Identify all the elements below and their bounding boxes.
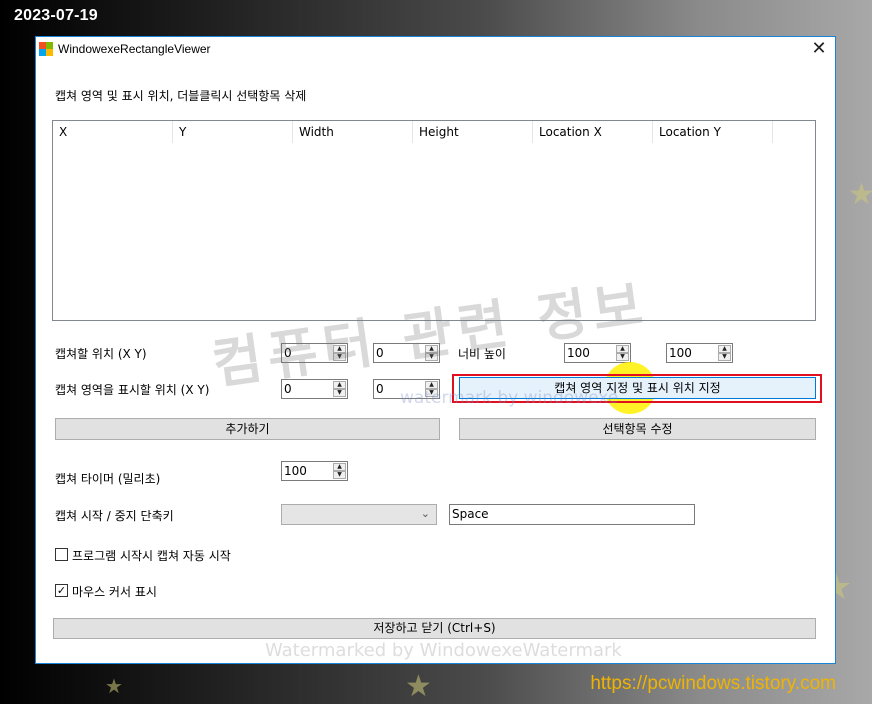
timer-label: 캡쳐 타이머 (밀리초) xyxy=(55,472,161,486)
save-close-button[interactable]: 저장하고 닫기 (Ctrl+S) xyxy=(53,618,816,639)
stepper-up-icon[interactable]: ▲ xyxy=(425,381,438,389)
chevron-down-icon: ⌄ xyxy=(420,507,430,520)
capture-width-stepper[interactable]: 100 ▲ ▼ xyxy=(564,343,631,363)
column-header-width[interactable]: Width xyxy=(293,121,413,143)
show-cursor-label: 마우스 커서 표시 xyxy=(72,585,157,599)
star-decoration: ★ xyxy=(405,669,432,704)
description-label: 캡쳐 영역 및 표시 위치, 더블클릭시 선택항목 삭제 xyxy=(55,89,307,103)
stepper-up-icon[interactable]: ▲ xyxy=(333,381,346,389)
display-x-stepper[interactable]: 0 ▲ ▼ xyxy=(281,379,348,399)
stepper-up-icon[interactable]: ▲ xyxy=(333,345,346,353)
stepper-down-icon[interactable]: ▼ xyxy=(616,353,629,361)
display-x-value: 0 xyxy=(284,382,292,396)
hotkey-modifier-select[interactable]: ⌄ xyxy=(281,504,437,525)
stepper-down-icon[interactable]: ▼ xyxy=(333,471,346,479)
auto-start-label: 프로그램 시작시 캡쳐 자동 시작 xyxy=(72,549,231,563)
date-label: 2023-07-19 xyxy=(14,7,98,24)
capture-x-stepper[interactable]: 0 ▲ ▼ xyxy=(281,343,348,363)
stepper-down-icon[interactable]: ▼ xyxy=(333,353,346,361)
edit-selected-button[interactable]: 선택항목 수정 xyxy=(459,418,816,440)
column-header-y[interactable]: Y xyxy=(173,121,293,143)
column-header-location-y[interactable]: Location Y xyxy=(653,121,773,143)
stepper-down-icon[interactable]: ▼ xyxy=(333,389,346,397)
column-header-x[interactable]: X xyxy=(53,121,173,143)
timer-stepper[interactable]: 100 ▲ ▼ xyxy=(281,461,348,481)
site-url: https://pcwindows.tistory.com xyxy=(590,673,836,694)
capture-position-label: 캡쳐할 위치 (X Y) xyxy=(55,347,147,361)
capture-width-value: 100 xyxy=(567,346,590,360)
star-decoration: ★ xyxy=(848,177,872,212)
capture-y-stepper[interactable]: 0 ▲ ▼ xyxy=(373,343,440,363)
star-decoration: ★ xyxy=(105,674,123,698)
capture-y-value: 0 xyxy=(376,346,384,360)
app-icon xyxy=(39,42,53,56)
add-button[interactable]: 추가하기 xyxy=(55,418,440,440)
rectangle-list[interactable]: X Y Width Height Location X Location Y xyxy=(52,120,816,321)
capture-height-value: 100 xyxy=(669,346,692,360)
title-bar: WindowexeRectangleViewer ✕ xyxy=(36,37,835,63)
highlight-box xyxy=(452,374,822,403)
display-y-value: 0 xyxy=(376,382,384,396)
size-label: 너비 높이 xyxy=(458,347,506,361)
auto-start-checkbox[interactable] xyxy=(55,548,68,561)
window-title: WindowexeRectangleViewer xyxy=(58,42,211,56)
stepper-down-icon[interactable]: ▼ xyxy=(425,389,438,397)
stepper-down-icon[interactable]: ▼ xyxy=(718,353,731,361)
capture-x-value: 0 xyxy=(284,346,292,360)
display-y-stepper[interactable]: 0 ▲ ▼ xyxy=(373,379,440,399)
hotkey-label: 캡쳐 시작 / 중지 단축키 xyxy=(55,509,174,523)
column-header-height[interactable]: Height xyxy=(413,121,533,143)
stepper-up-icon[interactable]: ▲ xyxy=(718,345,731,353)
list-header: X Y Width Height Location X Location Y xyxy=(53,121,793,143)
display-position-label: 캡쳐 영역을 표시할 위치 (X Y) xyxy=(55,383,210,397)
stepper-up-icon[interactable]: ▲ xyxy=(333,463,346,471)
stepper-up-icon[interactable]: ▲ xyxy=(616,345,629,353)
column-header-location-x[interactable]: Location X xyxy=(533,121,653,143)
close-icon[interactable]: ✕ xyxy=(809,39,829,59)
capture-height-stepper[interactable]: 100 ▲ ▼ xyxy=(666,343,733,363)
stepper-down-icon[interactable]: ▼ xyxy=(425,353,438,361)
hotkey-key-input[interactable]: Space xyxy=(449,504,695,525)
timer-value: 100 xyxy=(284,464,307,478)
stepper-up-icon[interactable]: ▲ xyxy=(425,345,438,353)
show-cursor-checkbox[interactable]: ✓ xyxy=(55,584,68,597)
